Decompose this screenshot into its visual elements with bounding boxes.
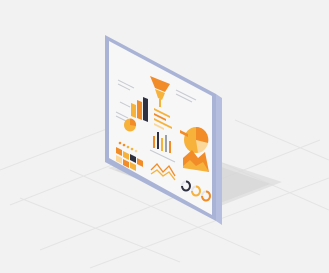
panel-edge <box>216 94 222 225</box>
illustration-scene <box>0 0 329 273</box>
isometric-dashboard-illustration <box>0 35 329 269</box>
pie-chart-icon <box>124 118 137 132</box>
